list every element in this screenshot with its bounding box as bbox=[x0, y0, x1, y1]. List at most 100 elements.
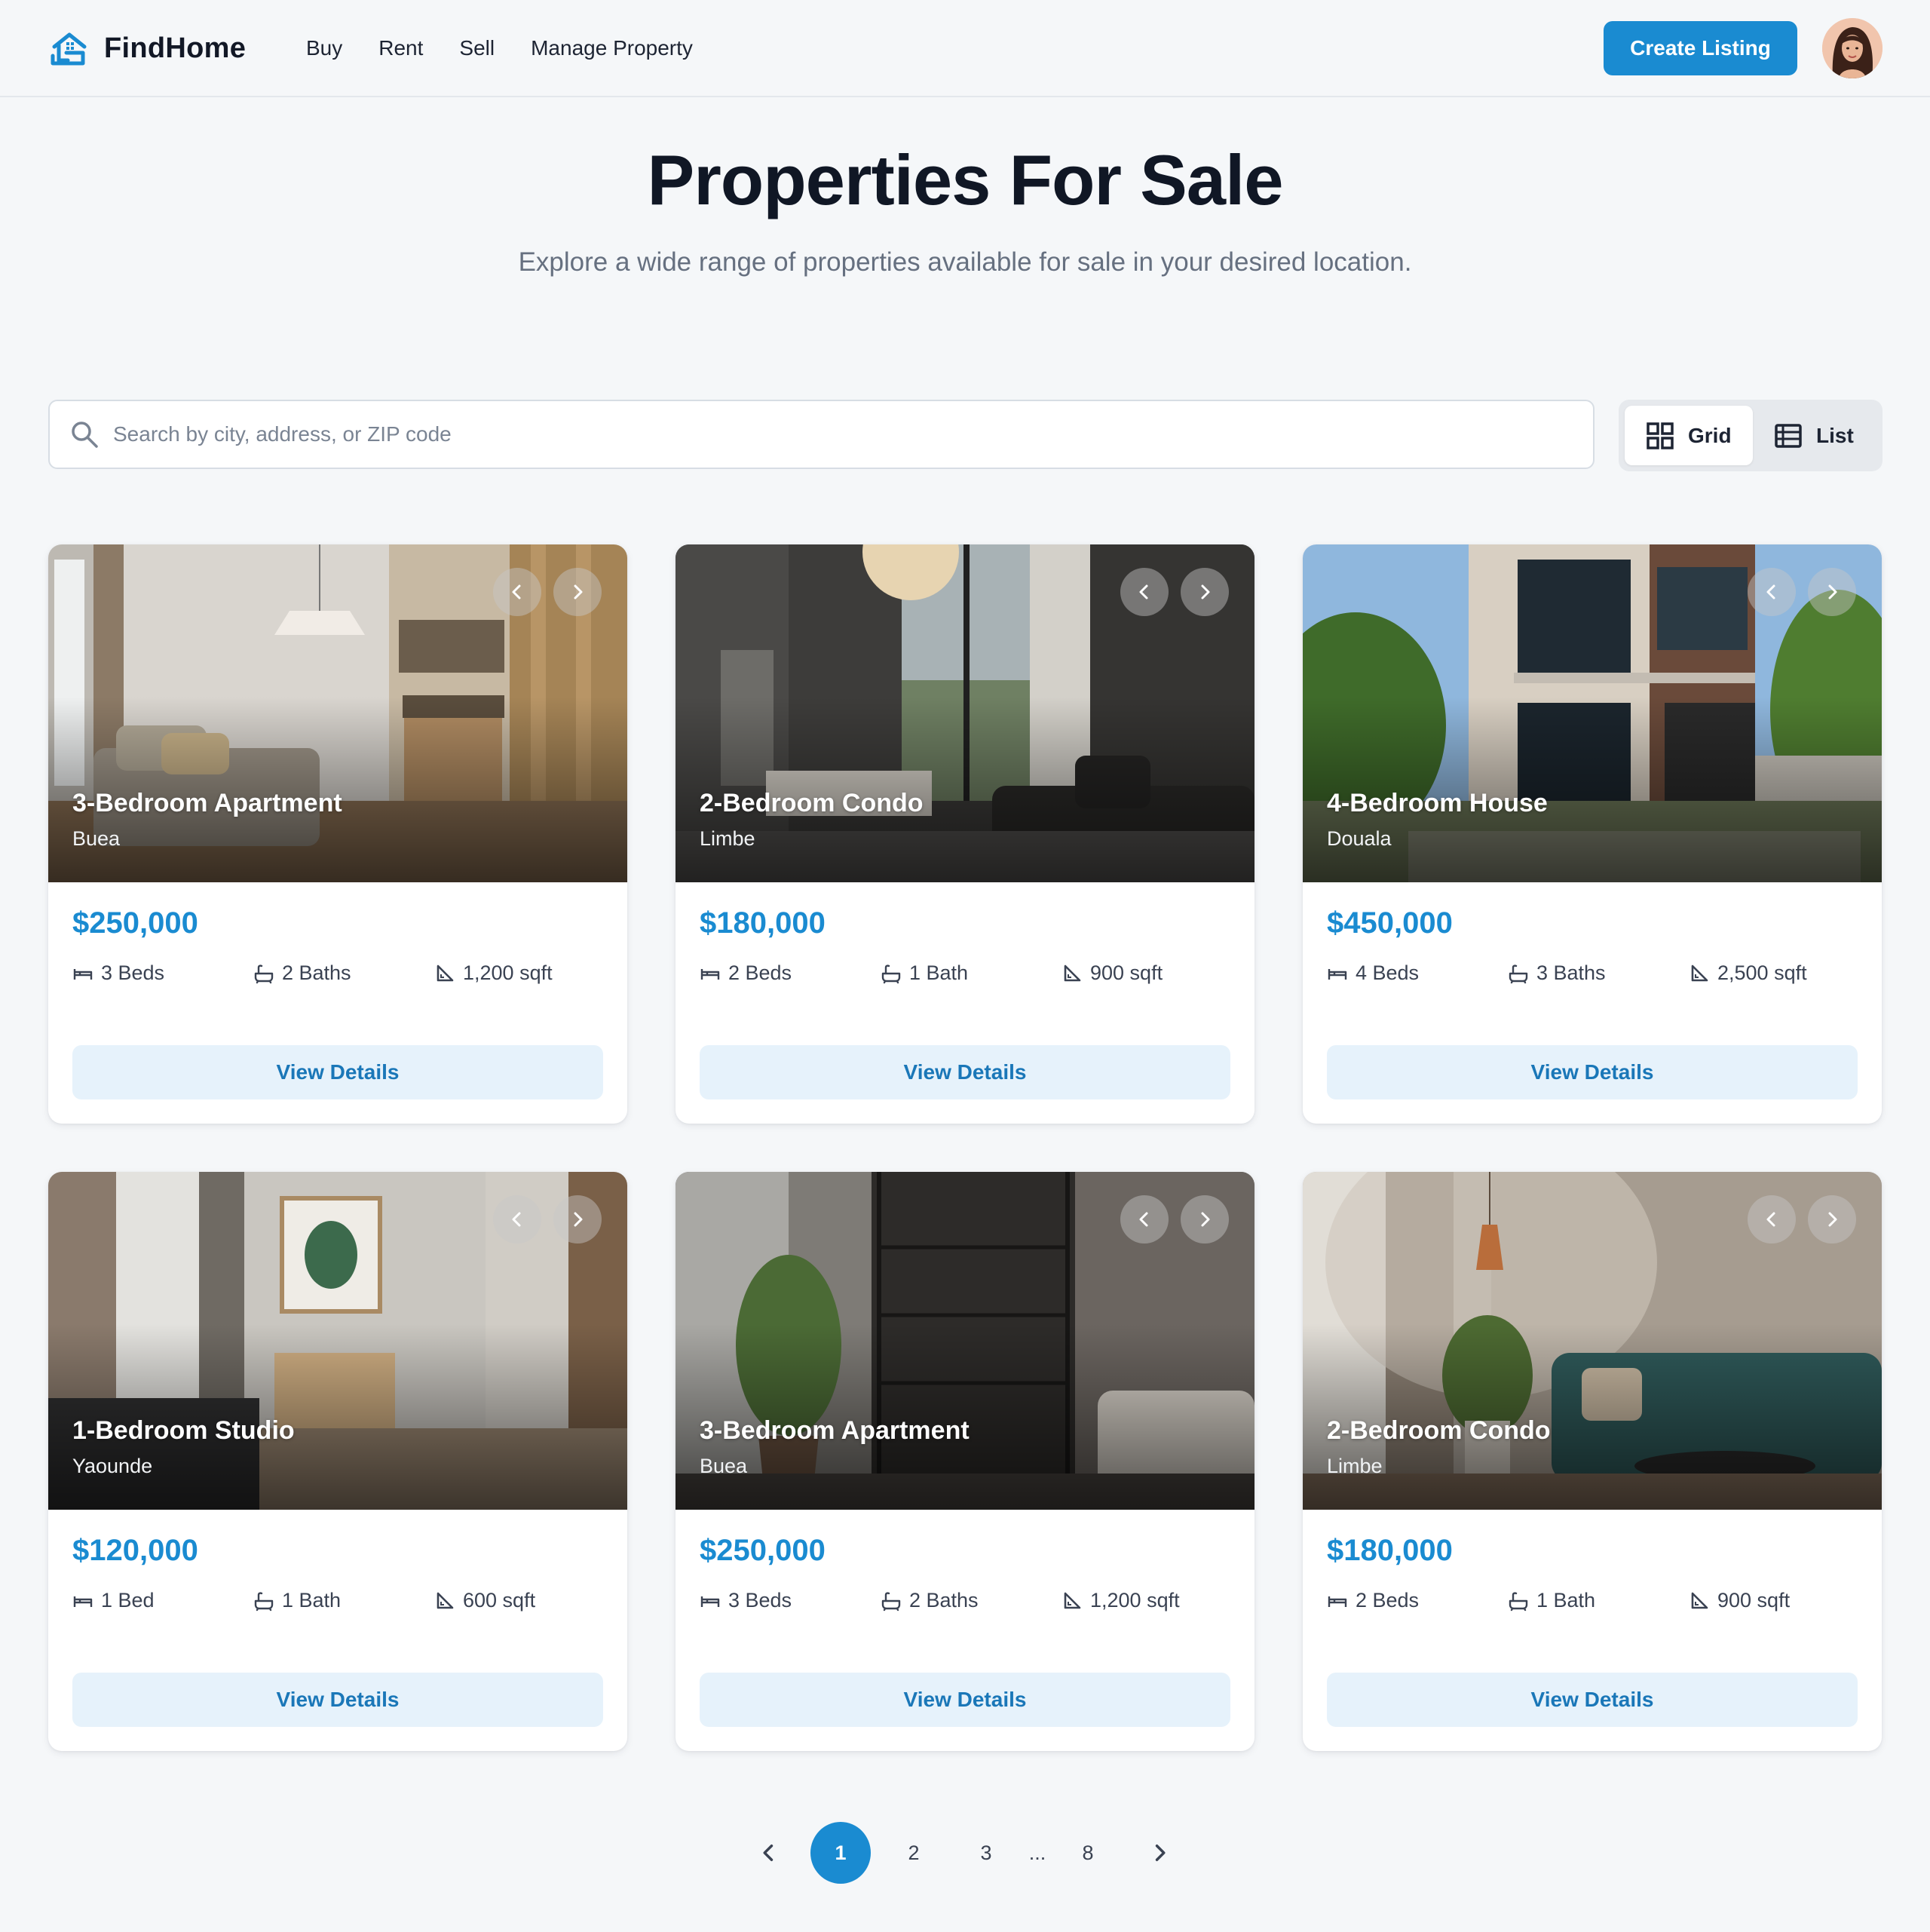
property-title: 2-Bedroom Condo bbox=[700, 789, 924, 817]
bed-icon bbox=[1327, 963, 1348, 984]
search-input[interactable] bbox=[113, 412, 1593, 457]
property-title: 2-Bedroom Condo bbox=[1327, 1416, 1551, 1445]
property-card[interactable]: 2-Bedroom Condo Limbe $180,000 2 Beds 1 … bbox=[1303, 1172, 1882, 1751]
baths-count: 1 Bath bbox=[1536, 1589, 1596, 1612]
previous-photo-button[interactable] bbox=[1748, 568, 1796, 616]
user-avatar[interactable] bbox=[1822, 18, 1883, 78]
view-details-button[interactable]: View Details bbox=[1327, 1045, 1858, 1099]
chevron-right-icon bbox=[568, 1210, 587, 1229]
previous-photo-button[interactable] bbox=[1748, 1195, 1796, 1244]
next-page-button[interactable] bbox=[1144, 1822, 1175, 1884]
page-8-button[interactable]: 8 bbox=[1073, 1822, 1103, 1884]
chevron-right-icon bbox=[1195, 1210, 1215, 1229]
next-photo-button[interactable] bbox=[1808, 1195, 1856, 1244]
next-photo-button[interactable] bbox=[1181, 1195, 1229, 1244]
chevron-left-icon bbox=[1135, 1210, 1154, 1229]
property-card[interactable]: 2-Bedroom Condo Limbe $180,000 2 Beds 1 … bbox=[676, 544, 1254, 1124]
area-size: 600 sqft bbox=[463, 1589, 536, 1612]
baths-count: 2 Baths bbox=[909, 1589, 979, 1612]
page-subtitle: Explore a wide range of properties avail… bbox=[518, 247, 1412, 277]
area-size: 1,200 sqft bbox=[1090, 1589, 1180, 1612]
previous-photo-button[interactable] bbox=[1120, 1195, 1169, 1244]
nav-sell[interactable]: Sell bbox=[459, 33, 495, 63]
baths-count: 2 Baths bbox=[282, 961, 351, 984]
view-details-button[interactable]: View Details bbox=[72, 1673, 603, 1727]
chevron-right-icon bbox=[568, 582, 587, 602]
view-details-button[interactable]: View Details bbox=[700, 1673, 1230, 1727]
property-card[interactable]: 3-Bedroom Apartment Buea $250,000 3 Beds… bbox=[48, 544, 627, 1124]
chevron-left-icon bbox=[1135, 582, 1154, 602]
next-photo-button[interactable] bbox=[1181, 568, 1229, 616]
property-card[interactable]: 3-Bedroom Apartment Buea $250,000 3 Beds… bbox=[676, 1172, 1254, 1751]
baths-count: 3 Baths bbox=[1536, 961, 1606, 984]
chevron-right-icon bbox=[1195, 582, 1215, 602]
next-photo-button[interactable] bbox=[553, 568, 602, 616]
pagination: 1 2 3 ... 8 bbox=[0, 1822, 1930, 1884]
view-details-button[interactable]: View Details bbox=[700, 1045, 1230, 1099]
property-title: 1-Bedroom Studio bbox=[72, 1416, 295, 1445]
property-specs: 2 Beds 1 Bath 900 sqft bbox=[1327, 1589, 1870, 1619]
search-bar bbox=[48, 400, 1595, 469]
beds-count: 3 Beds bbox=[101, 961, 165, 984]
previous-photo-button[interactable] bbox=[493, 568, 541, 616]
bath-icon bbox=[253, 1590, 274, 1612]
chevron-left-icon bbox=[763, 1845, 774, 1861]
chevron-right-icon bbox=[1822, 1210, 1842, 1229]
property-card[interactable]: 1-Bedroom Studio Yaounde $120,000 1 Bed … bbox=[48, 1172, 627, 1751]
property-price: $450,000 bbox=[1327, 906, 1453, 940]
beds-spec: 1 Bed bbox=[72, 1589, 155, 1612]
page-2-button[interactable]: 2 bbox=[899, 1822, 929, 1884]
previous-photo-button[interactable] bbox=[493, 1195, 541, 1244]
view-details-button[interactable]: View Details bbox=[72, 1045, 603, 1099]
property-specs: 3 Beds 2 Baths 1,200 sqft bbox=[700, 1589, 1242, 1619]
page-1-button[interactable]: 1 bbox=[810, 1822, 871, 1884]
bed-icon bbox=[72, 963, 93, 984]
view-toggle: Grid List bbox=[1619, 400, 1883, 471]
nav-buy[interactable]: Buy bbox=[306, 33, 342, 63]
chevron-left-icon bbox=[507, 582, 527, 602]
brand-logo[interactable]: FindHome bbox=[48, 27, 246, 69]
list-view-label: List bbox=[1816, 423, 1854, 447]
property-price: $180,000 bbox=[1327, 1534, 1453, 1567]
bed-icon bbox=[1327, 1590, 1348, 1612]
previous-page-button[interactable] bbox=[754, 1822, 784, 1884]
beds-spec: 3 Beds bbox=[72, 961, 164, 985]
area-spec: 600 sqft bbox=[434, 1589, 535, 1612]
list-view-button[interactable]: List bbox=[1762, 406, 1875, 465]
property-title: 4-Bedroom House bbox=[1327, 789, 1548, 817]
next-photo-button[interactable] bbox=[553, 1195, 602, 1244]
nav-manage-property[interactable]: Manage Property bbox=[531, 33, 693, 63]
area-size: 2,500 sqft bbox=[1717, 961, 1807, 984]
area-size: 900 sqft bbox=[1090, 961, 1163, 984]
property-location: Yaounde bbox=[72, 1455, 153, 1477]
beds-count: 4 Beds bbox=[1356, 961, 1420, 984]
bath-icon bbox=[881, 963, 902, 984]
property-location: Limbe bbox=[700, 827, 755, 850]
page-3-button[interactable]: 3 bbox=[971, 1822, 1001, 1884]
nav-rent[interactable]: Rent bbox=[378, 33, 423, 63]
main-nav: Buy Rent Sell Manage Property bbox=[306, 33, 729, 63]
baths-count: 1 Bath bbox=[282, 1589, 342, 1612]
view-details-button[interactable]: View Details bbox=[1327, 1673, 1858, 1727]
beds-count: 1 Bed bbox=[101, 1589, 155, 1612]
property-specs: 1 Bed 1 Bath 600 sqft bbox=[72, 1589, 615, 1619]
baths-count: 1 Bath bbox=[909, 961, 969, 984]
area-size: 900 sqft bbox=[1717, 1589, 1791, 1612]
next-photo-button[interactable] bbox=[1808, 568, 1856, 616]
search-icon bbox=[72, 422, 98, 448]
grid-view-button[interactable]: Grid bbox=[1625, 406, 1753, 465]
baths-spec: 1 Bath bbox=[1508, 1589, 1595, 1612]
area-spec: 2,500 sqft bbox=[1689, 961, 1807, 985]
bath-icon bbox=[881, 1590, 902, 1612]
bath-icon bbox=[1508, 1590, 1529, 1612]
bath-icon bbox=[1508, 963, 1529, 984]
beds-count: 2 Beds bbox=[728, 961, 792, 984]
property-card[interactable]: 4-Bedroom House Douala $450,000 4 Beds 3… bbox=[1303, 544, 1882, 1124]
previous-photo-button[interactable] bbox=[1120, 568, 1169, 616]
baths-spec: 2 Baths bbox=[253, 961, 351, 985]
page-title: Properties For Sale bbox=[647, 140, 1284, 219]
create-listing-button[interactable]: Create Listing bbox=[1604, 21, 1797, 75]
baths-spec: 1 Bath bbox=[253, 1589, 341, 1612]
chevron-left-icon bbox=[1762, 582, 1781, 602]
beds-spec: 3 Beds bbox=[700, 1589, 792, 1612]
